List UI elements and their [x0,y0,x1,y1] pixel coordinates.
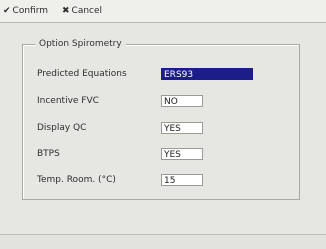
confirm-button[interactable]: ✔ Confirm [3,4,48,17]
field-row-btps: BTPS YES [37,147,203,161]
predicted-equations-label: Predicted Equations [37,69,127,79]
panel-title: Option Spirometry [35,39,126,49]
confirm-label: Confirm [12,5,49,16]
status-bar [0,234,326,249]
display-qc-label: Display QC [37,123,87,133]
cancel-label: Cancel [71,5,103,16]
incentive-fvc-label: Incentive FVC [37,96,99,106]
display-qc-field[interactable]: YES [161,122,203,134]
field-row-predicted-equations: Predicted Equations ERS93 [37,67,253,81]
cross-icon: ✖ [62,5,70,16]
incentive-fvc-field[interactable]: NO [161,95,203,107]
btps-field[interactable]: YES [161,148,203,160]
check-icon: ✔ [3,5,11,16]
options-screen: ✔ Confirm ✖ Cancel Option Spirometry Pre… [0,0,326,249]
field-row-display-qc: Display QC YES [37,121,203,135]
room-temperature-label: Temp. Room. (°C) [37,175,116,185]
field-row-incentive-fvc: Incentive FVC NO [37,94,203,108]
cancel-button[interactable]: ✖ Cancel [62,4,102,17]
btps-label: BTPS [37,149,60,159]
room-temperature-field[interactable]: 15 [161,174,203,186]
field-row-room-temperature: Temp. Room. (°C) 15 [37,173,203,187]
spirometry-options-panel: Option Spirometry Predicted Equations ER… [22,39,300,200]
toolbar: ✔ Confirm ✖ Cancel [0,0,326,23]
predicted-equations-field[interactable]: ERS93 [161,68,253,80]
